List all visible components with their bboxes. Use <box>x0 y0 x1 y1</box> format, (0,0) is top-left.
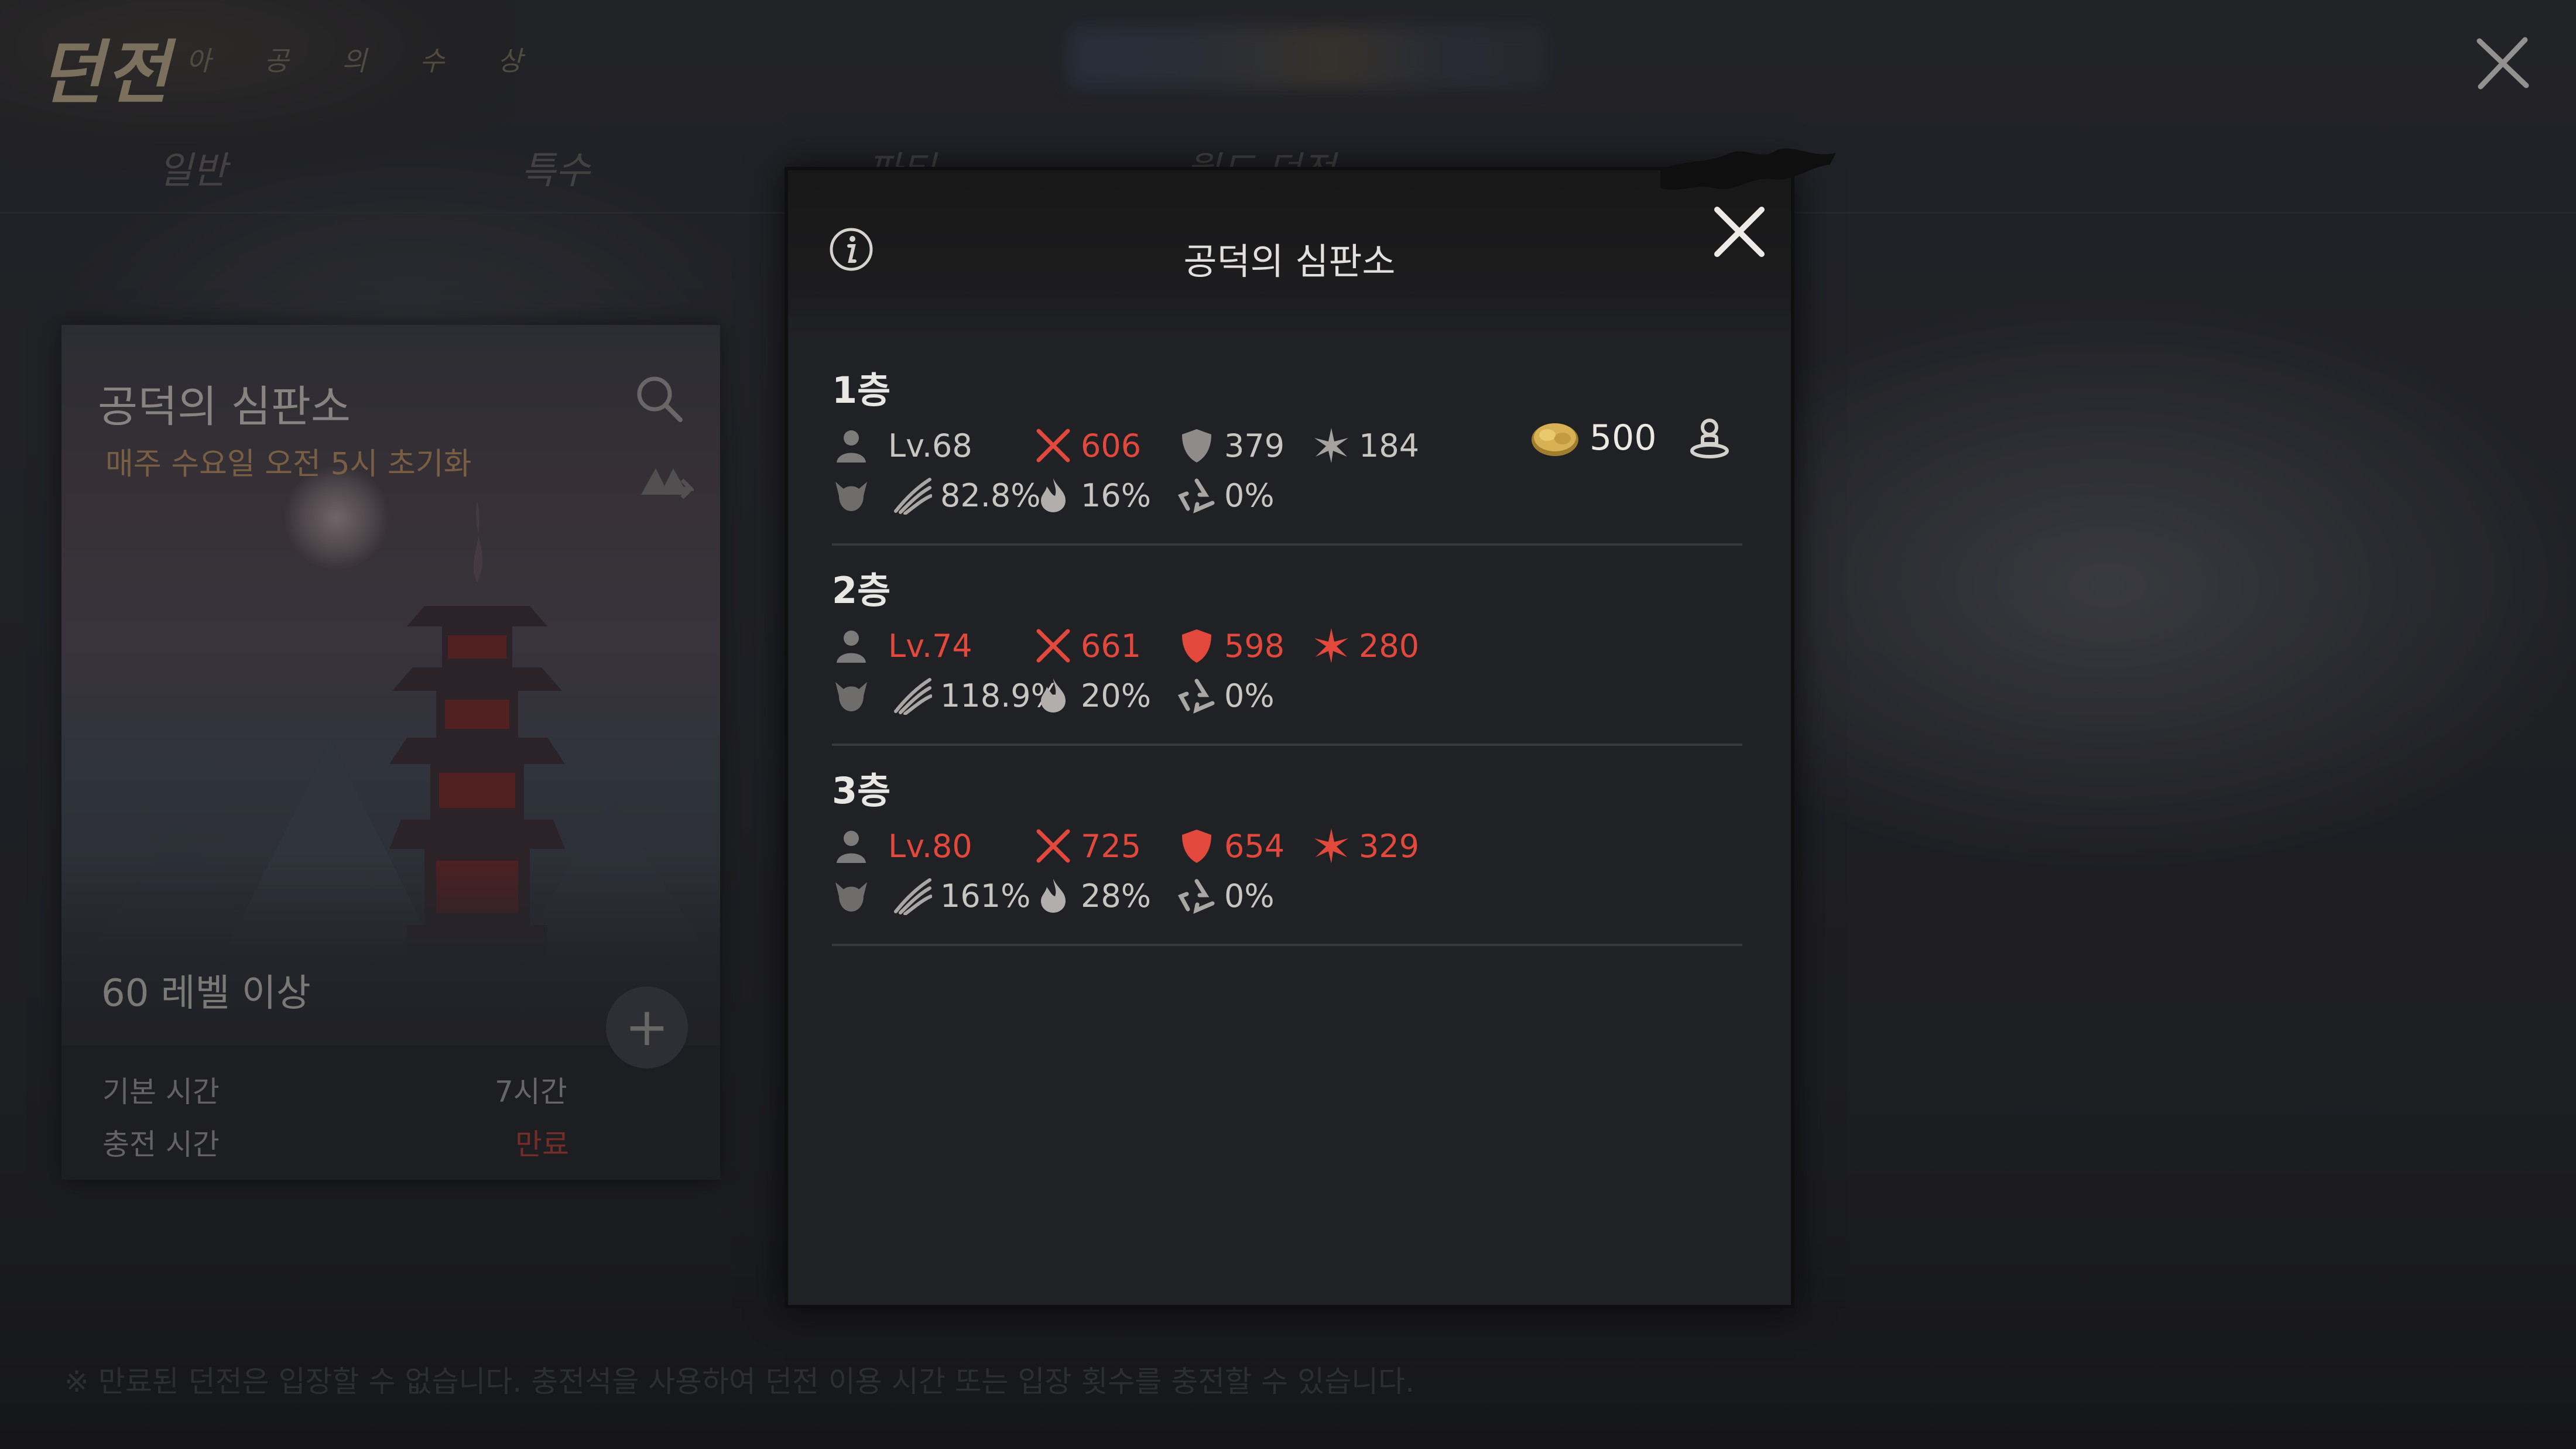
monster-head-icon <box>835 882 867 912</box>
stat-attack-value: 606 <box>1081 427 1142 464</box>
stat-damage-bonus-value: 161% <box>940 877 1031 914</box>
flame-icon <box>1041 478 1066 512</box>
stat-damage-bonus: 82.8% <box>893 475 1041 516</box>
stat-attack-value: 661 <box>1081 627 1142 664</box>
crossed-swords-icon <box>1036 829 1070 863</box>
floor-name: 1층 <box>832 369 891 412</box>
floor-stats-secondary: 82.8% 16% 0% <box>832 475 1742 516</box>
flame-icon <box>1041 679 1066 712</box>
stat-attack: 606 <box>1034 425 1141 466</box>
floor-row-2: 2층 Lv.74 661 598 280 118.9% 20% 0% <box>832 543 1742 746</box>
stat-level: Lv.80 <box>832 825 972 866</box>
stat-fire: 16% <box>1034 475 1151 516</box>
close-icon <box>1714 207 1765 257</box>
claw-slash-icon <box>894 478 932 515</box>
stat-resist: 0% <box>1177 675 1275 716</box>
reward-amount: 500 <box>1590 417 1657 458</box>
stat-level-value: Lv.80 <box>888 827 972 865</box>
stat-defense: 379 <box>1177 425 1284 466</box>
crossed-swords-icon <box>1036 429 1070 463</box>
floor-stats-primary: Lv.74 661 598 280 <box>832 625 1742 666</box>
floor-name: 3층 <box>832 769 891 812</box>
stat-resist: 0% <box>1177 475 1275 516</box>
stat-fire-value: 28% <box>1081 877 1152 914</box>
floor-row-3: 3층 Lv.80 725 654 329 161% 28% 0% <box>832 744 1742 946</box>
character-silhouette-icon <box>837 831 866 863</box>
crossed-swords-icon <box>1036 629 1070 663</box>
monster-head-icon <box>835 482 867 511</box>
modal-close-button[interactable] <box>1704 197 1775 267</box>
shield-icon <box>1182 830 1211 863</box>
recycle-icon <box>1178 879 1215 914</box>
floor-stats-secondary: 118.9% 20% 0% <box>832 675 1742 716</box>
claw-slash-icon <box>894 878 932 915</box>
stat-monster-type <box>832 875 871 916</box>
floor-row-1: 1층 Lv.68 606 379 184 82.8% 16% 0% 500 <box>832 343 1742 546</box>
shield-icon <box>1182 429 1211 463</box>
stat-monster-type <box>832 675 871 716</box>
claw-slash-icon <box>894 678 932 715</box>
monster-head-icon <box>835 682 867 711</box>
stat-monster-type <box>832 475 871 516</box>
stat-defense-value: 598 <box>1224 627 1285 664</box>
character-icon[interactable] <box>1686 415 1733 461</box>
flame-icon <box>1041 879 1066 913</box>
stat-hit-value: 184 <box>1359 427 1420 464</box>
character-silhouette-icon <box>837 631 866 663</box>
stat-defense-value: 379 <box>1224 427 1285 464</box>
stat-damage-bonus-value: 82.8% <box>940 477 1041 514</box>
burst-icon <box>1314 428 1348 463</box>
stat-resist-value: 0% <box>1224 677 1275 714</box>
stat-level: Lv.68 <box>832 425 972 466</box>
stat-defense-value: 654 <box>1224 827 1285 865</box>
stat-fire-value: 20% <box>1081 677 1152 714</box>
burst-icon <box>1314 828 1348 864</box>
stat-hit-value: 329 <box>1359 827 1420 865</box>
stat-defense: 654 <box>1177 825 1284 866</box>
stat-level-value: Lv.68 <box>888 427 972 464</box>
coin-icon <box>1532 423 1578 456</box>
floor-stats-primary: Lv.80 725 654 329 <box>832 825 1742 866</box>
stat-fire: 20% <box>1034 675 1151 716</box>
stat-resist: 0% <box>1177 875 1275 916</box>
stat-hit-value: 280 <box>1359 627 1420 664</box>
recycle-icon <box>1178 679 1215 714</box>
stat-hit: 184 <box>1312 425 1419 466</box>
floor-name: 2층 <box>832 569 891 612</box>
burst-icon <box>1314 628 1348 663</box>
stat-fire-value: 16% <box>1081 477 1152 514</box>
stat-hit: 329 <box>1312 825 1419 866</box>
stat-defense: 598 <box>1177 625 1284 666</box>
stat-attack: 661 <box>1034 625 1141 666</box>
recycle-icon <box>1178 478 1215 513</box>
stat-attack-value: 725 <box>1081 827 1142 865</box>
stat-resist-value: 0% <box>1224 877 1275 914</box>
shield-icon <box>1182 629 1211 663</box>
floor-reward: 500 <box>1529 415 1733 461</box>
stat-resist-value: 0% <box>1224 477 1275 514</box>
stat-damage-bonus: 161% <box>893 875 1030 916</box>
modal-title: 공덕의 심판소 <box>1183 240 1396 283</box>
floor-info-modal: 공덕의 심판소 1층 Lv.68 606 379 184 82.8% 16% 0… <box>785 148 1836 1308</box>
stat-level: Lv.74 <box>832 625 972 666</box>
character-silhouette-icon <box>837 430 866 463</box>
stat-level-value: Lv.74 <box>888 627 972 664</box>
stat-fire: 28% <box>1034 875 1151 916</box>
floor-stats-secondary: 161% 28% 0% <box>832 875 1742 916</box>
stat-attack: 725 <box>1034 825 1141 866</box>
stat-hit: 280 <box>1312 625 1419 666</box>
